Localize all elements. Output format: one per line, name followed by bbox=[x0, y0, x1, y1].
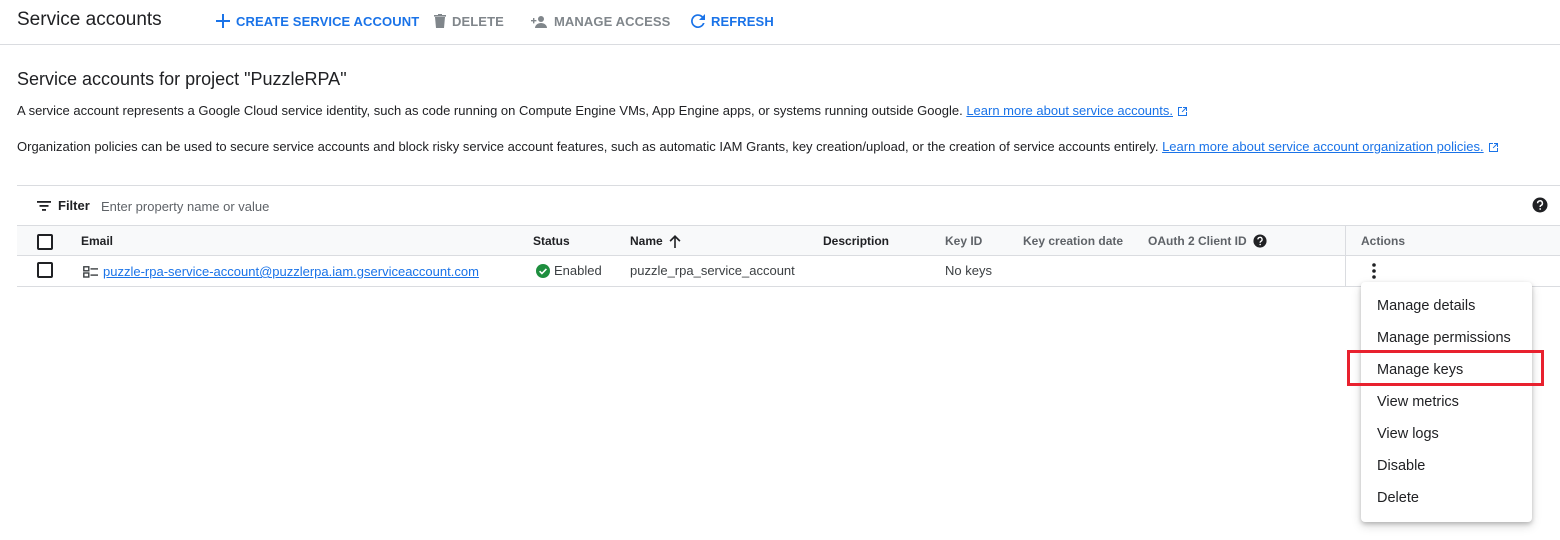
manage-access-icon bbox=[531, 15, 547, 28]
refresh-icon bbox=[691, 14, 705, 28]
menu-item-delete[interactable]: Delete bbox=[1361, 482, 1532, 514]
table-row: puzzle-rpa-service-account@puzzlerpa.iam… bbox=[17, 256, 1560, 287]
row-checkbox[interactable] bbox=[37, 262, 53, 278]
column-key-creation-date: Key creation date bbox=[1023, 234, 1124, 248]
filter-icon bbox=[37, 200, 51, 211]
key-id-cell: No keys bbox=[945, 263, 992, 278]
filter-button[interactable]: Filter bbox=[37, 198, 90, 213]
top-toolbar: Service accounts CREATE SERVICE ACCOUNT … bbox=[0, 0, 1560, 45]
filter-bar: Filter bbox=[17, 185, 1560, 226]
help-icon[interactable] bbox=[1532, 197, 1548, 213]
delete-icon bbox=[434, 14, 446, 28]
email-cell: puzzle-rpa-service-account@puzzlerpa.iam… bbox=[83, 264, 479, 279]
learn-more-org-policies-link[interactable]: Learn more about service account organiz… bbox=[1162, 139, 1484, 154]
sort-arrow-up-icon bbox=[669, 234, 681, 248]
menu-item-manage-permissions[interactable]: Manage permissions bbox=[1361, 322, 1532, 354]
external-link-icon bbox=[1177, 107, 1187, 116]
delete-label: DELETE bbox=[452, 13, 504, 29]
service-account-email-link[interactable]: puzzle-rpa-service-account@puzzlerpa.iam… bbox=[103, 264, 479, 279]
refresh-label: REFRESH bbox=[711, 13, 774, 29]
column-email: Email bbox=[81, 234, 114, 248]
section-title: Service accounts for project "PuzzleRPA" bbox=[17, 69, 347, 89]
column-oauth-label: OAuth 2 Client ID bbox=[1148, 234, 1247, 248]
menu-item-disable[interactable]: Disable bbox=[1361, 450, 1532, 482]
column-name[interactable]: Name bbox=[630, 234, 681, 248]
menu-item-manage-details[interactable]: Manage details bbox=[1361, 290, 1532, 322]
menu-item-view-logs[interactable]: View logs bbox=[1361, 418, 1532, 450]
column-name-label: Name bbox=[630, 234, 663, 248]
column-key-id: Key ID bbox=[945, 234, 983, 248]
create-service-account-button[interactable]: CREATE SERVICE ACCOUNT bbox=[216, 12, 419, 30]
status-text: Enabled bbox=[554, 263, 602, 278]
select-all-checkbox[interactable] bbox=[37, 234, 53, 250]
manage-access-button[interactable]: MANAGE ACCESS bbox=[531, 12, 670, 30]
org-policy-description: Organization policies can be used to sec… bbox=[17, 139, 1499, 154]
delete-button[interactable]: DELETE bbox=[434, 12, 504, 30]
column-actions: Actions bbox=[1361, 234, 1406, 248]
menu-item-view-metrics[interactable]: View metrics bbox=[1361, 386, 1532, 418]
page-title: Service accounts bbox=[17, 9, 162, 30]
filter-label: Filter bbox=[58, 198, 90, 213]
menu-item-manage-keys[interactable]: Manage keys bbox=[1361, 354, 1532, 386]
check-circle-icon bbox=[536, 263, 550, 278]
service-account-icon bbox=[83, 265, 98, 278]
refresh-button[interactable]: REFRESH bbox=[691, 12, 774, 30]
name-cell: puzzle_rpa_service_account bbox=[630, 263, 795, 278]
column-status: Status bbox=[533, 234, 570, 248]
external-link-icon bbox=[1488, 143, 1498, 152]
add-icon bbox=[216, 14, 230, 28]
learn-more-service-accounts-link[interactable]: Learn more about service accounts. bbox=[966, 103, 1173, 118]
manage-access-label: MANAGE ACCESS bbox=[554, 13, 671, 29]
description-text: A service account represents a Google Cl… bbox=[17, 103, 967, 118]
help-icon[interactable] bbox=[1253, 234, 1267, 248]
actions-menu: Manage details Manage permissions Manage… bbox=[1361, 282, 1532, 522]
service-account-description: A service account represents a Google Cl… bbox=[17, 103, 1188, 118]
column-description: Description bbox=[823, 234, 890, 248]
more-vert-icon[interactable] bbox=[1364, 261, 1384, 281]
status-cell: Enabled bbox=[536, 263, 602, 278]
create-service-account-label: CREATE SERVICE ACCOUNT bbox=[236, 13, 420, 29]
table-header: Email Status Name Description Key ID Key… bbox=[17, 226, 1560, 286]
column-oauth-client-id: OAuth 2 Client ID bbox=[1148, 234, 1267, 248]
org-policy-text: Organization policies can be used to sec… bbox=[17, 139, 1163, 154]
filter-input[interactable] bbox=[101, 195, 701, 217]
